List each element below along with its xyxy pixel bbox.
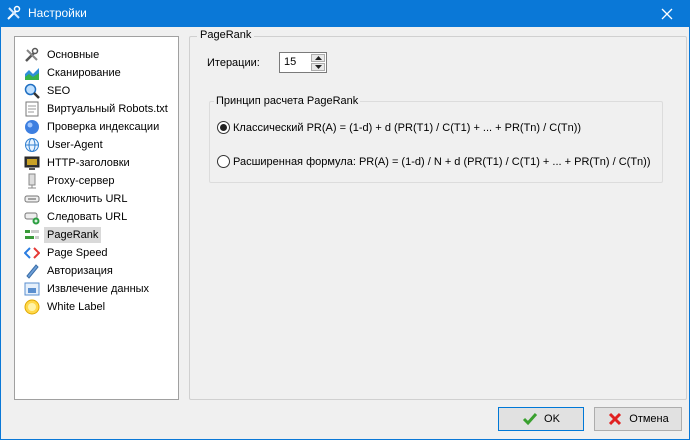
scan-chart-icon (25, 67, 39, 80)
sidebar-item-label: Авторизация (47, 264, 113, 277)
extract-icon (24, 282, 40, 295)
sidebar-item-label: Исключить URL (47, 192, 128, 205)
globe-icon (25, 137, 39, 152)
code-brackets-icon (24, 246, 40, 259)
ok-label: OK (544, 413, 560, 425)
sidebar-item-label: HTTP-заголовки (47, 156, 130, 169)
sidebar-item-white-label[interactable]: White Label (24, 298, 108, 315)
sidebar-item-index-check[interactable]: Проверка индексации (24, 118, 162, 135)
index-globe-icon (25, 119, 39, 134)
sidebar-item-label: Основные (47, 48, 100, 61)
sidebar-item-label: White Label (47, 300, 106, 313)
radio-classic[interactable] (217, 121, 230, 134)
sidebar-item-authorization[interactable]: Авторизация (24, 262, 116, 279)
sidebar-item-data-extraction[interactable]: Извлечение данных (24, 280, 152, 297)
sidebar-item-label: Proxy-сервер (47, 174, 115, 187)
radio-extended[interactable] (217, 155, 230, 168)
option-extended[interactable]: Расширенная формула: PR(A) = (1-d) / N +… (217, 155, 650, 168)
sidebar-item-label: PageRank (44, 226, 102, 243)
checkmark-icon (522, 413, 538, 426)
cancel-button[interactable]: Отмена (594, 407, 682, 431)
exclude-link-icon (24, 195, 40, 202)
sidebar-item-pagerank[interactable]: PageRank (24, 226, 102, 243)
option-extended-label: Расширенная формула: PR(A) = (1-d) / N +… (233, 155, 651, 168)
ok-button[interactable]: OK (498, 407, 584, 431)
method-group-title: Принцип расчета PageRank (214, 95, 361, 107)
sidebar-item-virtual-robots[interactable]: Виртуальный Robots.txt (24, 100, 171, 117)
option-classic-label: Классический PR(A) = (1-d) + d (PR(T1) /… (233, 121, 582, 134)
sidebar-item-http-headers[interactable]: HTTP-заголовки (24, 154, 133, 171)
sidebar-item-label: User-Agent (47, 138, 103, 151)
title-bar: Настройки (0, 0, 690, 27)
sidebar-item-label: Извлечение данных (47, 282, 150, 295)
stepper-down-button[interactable] (311, 63, 325, 71)
pagerank-icon (25, 229, 39, 239)
pagerank-panel (189, 36, 687, 400)
sidebar-item-general[interactable]: Основные (24, 46, 102, 63)
proxy-icon (28, 173, 36, 188)
sidebar-item-label: Следовать URL (47, 210, 128, 223)
arrow-down-icon (314, 65, 322, 69)
sun-badge-icon (24, 299, 40, 314)
follow-link-icon (24, 212, 40, 224)
pen-icon (26, 263, 39, 279)
sidebar-item-page-speed[interactable]: Page Speed (24, 244, 111, 261)
settings-window: Основные Сканирование SEO Виртуальный Ro… (0, 27, 690, 440)
cancel-label: Отмена (629, 413, 669, 425)
stepper-up-button[interactable] (311, 54, 325, 62)
sidebar-item-scanning[interactable]: Сканирование (24, 64, 124, 81)
sidebar-item-label: Виртуальный Robots.txt (47, 102, 168, 115)
sidebar-item-user-agent[interactable]: User-Agent (24, 136, 106, 153)
iterations-label: Итерации: (207, 57, 260, 69)
pagerank-method-group (209, 101, 663, 183)
sidebar-item-label: Сканирование (47, 66, 121, 79)
monitor-icon (24, 156, 40, 170)
sidebar-item-label: Page Speed (47, 246, 108, 259)
sidebar-item-seo[interactable]: SEO (24, 82, 73, 99)
tools-icon (25, 47, 39, 62)
sidebar-item-follow-url[interactable]: Следовать URL (24, 208, 130, 225)
iterations-value[interactable]: 15 (284, 56, 296, 68)
magnifier-icon (24, 83, 40, 99)
sidebar-item-label: Проверка индексации (47, 120, 160, 133)
panel-title: PageRank (197, 29, 255, 41)
tools-icon (7, 5, 21, 20)
close-button[interactable] (644, 0, 690, 27)
window-title: Настройки (28, 6, 87, 20)
sidebar-item-proxy[interactable]: Proxy-сервер (24, 172, 117, 189)
robots-file-icon (25, 101, 39, 116)
settings-nav: Основные Сканирование SEO Виртуальный Ro… (14, 36, 179, 400)
sidebar-item-exclude-url[interactable]: Исключить URL (24, 190, 130, 207)
iterations-stepper[interactable]: 15 (279, 52, 327, 73)
close-icon (661, 8, 673, 19)
cross-icon (609, 412, 622, 426)
option-classic[interactable]: Классический PR(A) = (1-d) + d (PR(T1) /… (217, 121, 581, 134)
sidebar-item-label: SEO (47, 84, 71, 97)
arrow-up-icon (314, 56, 322, 60)
